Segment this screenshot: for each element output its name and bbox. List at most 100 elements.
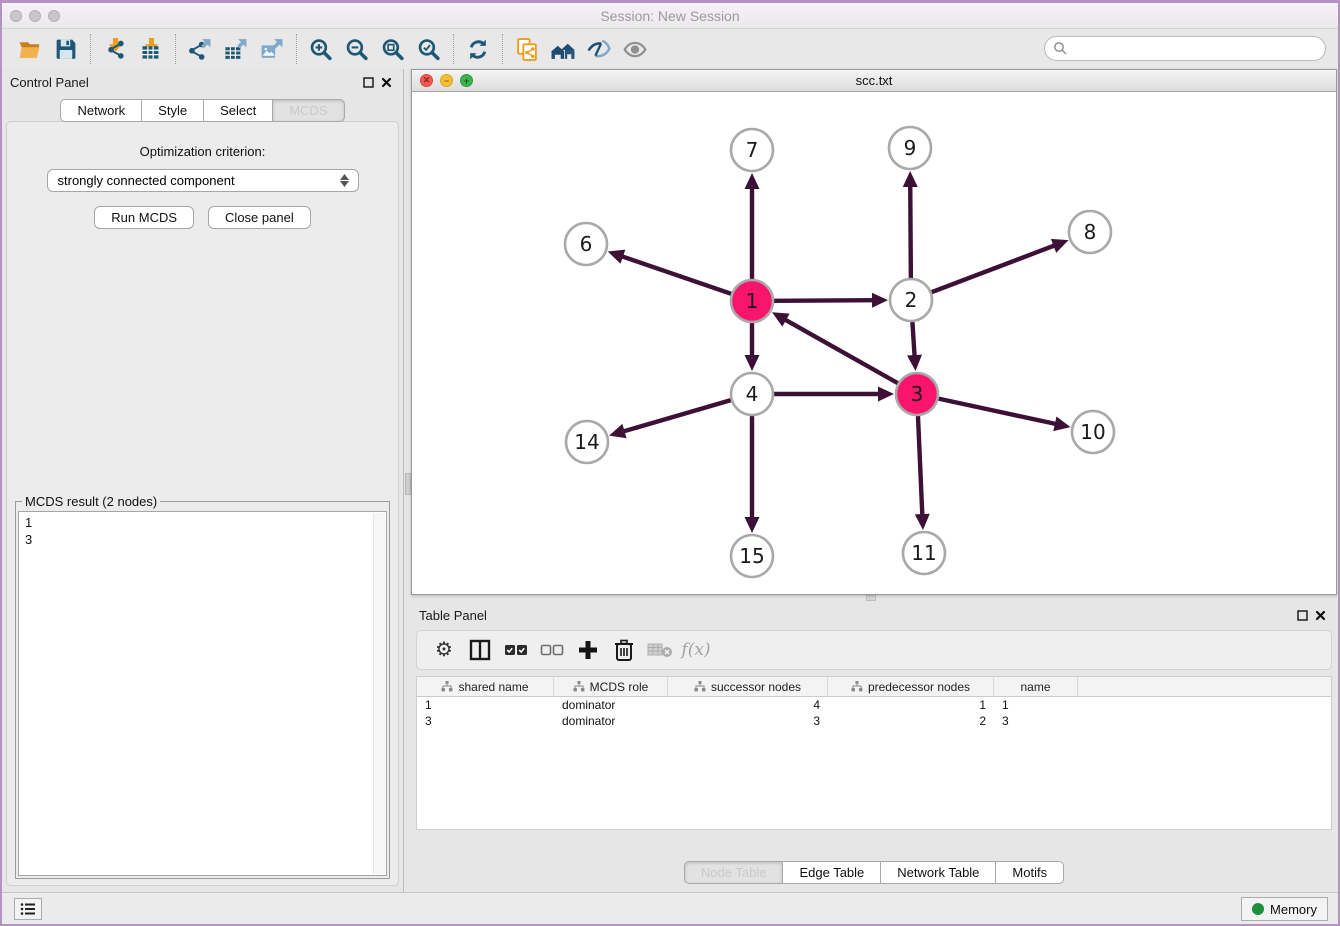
edge-3-11[interactable] [918, 416, 922, 517]
close-panel-button[interactable]: Close panel [208, 206, 311, 229]
edge-3-10[interactable] [939, 399, 1058, 425]
export-image-icon[interactable] [254, 34, 290, 64]
graph-node-9[interactable]: 9 [889, 127, 931, 169]
dropdown-stepper-icon [338, 174, 358, 187]
svg-text:11: 11 [911, 541, 936, 565]
column-header-MCDS-role[interactable]: MCDS role [554, 677, 668, 696]
float-table-panel-icon[interactable] [1293, 607, 1311, 623]
graph-node-11[interactable]: 11 [903, 532, 945, 574]
split-columns-icon[interactable] [465, 636, 495, 664]
float-panel-icon[interactable] [359, 74, 377, 90]
close-table-panel-icon[interactable] [1311, 607, 1329, 623]
toolbar-separator [90, 34, 91, 64]
memory-status-icon [1252, 903, 1264, 915]
edge-3-1[interactable] [783, 319, 897, 384]
graph-node-15[interactable]: 15 [731, 535, 773, 577]
column-header-successor-nodes[interactable]: successor nodes [668, 677, 828, 696]
column-header-predecessor-nodes[interactable]: predecessor nodes [828, 677, 994, 696]
tab-select[interactable]: Select [203, 99, 273, 122]
tab-network-table[interactable]: Network Table [880, 861, 996, 884]
zoom-in-icon[interactable] [303, 34, 339, 64]
add-column-icon[interactable] [573, 636, 603, 664]
toolbar-separator [175, 34, 176, 64]
graph-node-14[interactable]: 14 [566, 421, 608, 463]
horizontal-splitter-handle[interactable] [866, 595, 876, 601]
graph-node-7[interactable]: 7 [731, 129, 773, 171]
arrowhead-icon [1053, 416, 1070, 431]
svg-text:10: 10 [1080, 420, 1105, 444]
result-scrollbar[interactable] [373, 513, 385, 874]
tab-motifs[interactable]: Motifs [995, 861, 1064, 884]
horizontal-splitter[interactable] [411, 595, 1338, 602]
table-cell: 3 [417, 713, 554, 729]
window-titlebar: Session: New Session [2, 3, 1338, 29]
graph-node-4[interactable]: 4 [731, 373, 773, 415]
column-header-name[interactable]: name [994, 677, 1078, 696]
edge-2-8[interactable] [932, 245, 1057, 292]
arrowhead-icon [907, 355, 922, 371]
memory-button[interactable]: Memory [1241, 897, 1328, 921]
zoom-fit-icon[interactable] [375, 34, 411, 64]
open-folder-icon[interactable] [12, 34, 48, 64]
close-panel-icon[interactable] [377, 74, 395, 90]
table-cell: dominator [554, 713, 668, 729]
run-mcds-button[interactable]: Run MCDS [94, 206, 194, 229]
edge-2-3[interactable] [912, 322, 914, 358]
toolbar-separator [453, 34, 454, 64]
mcds-result-item: 3 [25, 531, 380, 548]
import-network-icon[interactable] [97, 34, 133, 64]
clone-network-icon[interactable] [509, 34, 545, 64]
delete-column-icon[interactable] [609, 636, 639, 664]
houses-icon[interactable] [545, 34, 581, 64]
eye-icon[interactable] [617, 34, 653, 64]
tab-network[interactable]: Network [60, 99, 142, 122]
zoom-out-icon[interactable] [339, 34, 375, 64]
export-network-icon[interactable] [182, 34, 218, 64]
network-canvas[interactable]: 7 9 6 8 1 2 4 3 14 10 15 11 [412, 92, 1336, 594]
toolbar-separator [296, 34, 297, 64]
graph-node-2[interactable]: 2 [890, 279, 932, 321]
edge-2-9[interactable] [910, 184, 911, 278]
tab-mcds[interactable]: MCDS [272, 99, 344, 122]
statusbar: Memory [2, 892, 1338, 924]
svg-text:14: 14 [574, 430, 599, 454]
graph-node-10[interactable]: 10 [1072, 411, 1114, 453]
optimization-criterion-label: Optimization criterion: [7, 144, 398, 159]
save-icon[interactable] [48, 34, 84, 64]
graph-node-1[interactable]: 1 [731, 280, 773, 322]
eye-slash-icon[interactable] [581, 34, 617, 64]
zoom-selected-icon[interactable] [411, 34, 447, 64]
graph-node-8[interactable]: 8 [1069, 211, 1111, 253]
edge-1-6[interactable] [620, 256, 731, 294]
search-icon [1053, 41, 1067, 55]
tab-node-table[interactable]: Node Table [684, 861, 784, 884]
refresh-icon[interactable] [460, 34, 496, 64]
tab-style[interactable]: Style [141, 99, 204, 122]
edge-4-14[interactable] [622, 400, 731, 432]
table-row[interactable]: 1dominator411 [417, 697, 1331, 713]
export-table-icon[interactable] [218, 34, 254, 64]
vertical-splitter[interactable] [403, 69, 411, 892]
graph-node-3[interactable]: 3 [896, 373, 938, 415]
arrowhead-icon [609, 424, 626, 438]
control-panel-tabs: NetworkStyleSelectMCDS [2, 99, 403, 122]
column-header-shared-name[interactable]: shared name [417, 677, 554, 696]
gear-icon[interactable]: ⚙ [429, 636, 459, 664]
table-row[interactable]: 3dominator323 [417, 713, 1331, 729]
svg-text:9: 9 [904, 136, 917, 160]
task-history-button[interactable] [14, 898, 42, 920]
mcds-result-title: MCDS result (2 nodes) [22, 494, 160, 509]
edge-1-2[interactable] [774, 300, 875, 301]
graph-node-6[interactable]: 6 [565, 223, 607, 265]
criterion-dropdown[interactable]: strongly connected component [47, 169, 359, 192]
delete-table-icon [645, 636, 675, 664]
table-header-row: shared nameMCDS rolesuccessor nodesprede… [417, 677, 1331, 697]
table-cell: 1 [994, 697, 1078, 713]
search-input[interactable] [1044, 36, 1326, 61]
mcds-result-list[interactable]: 13 [18, 511, 387, 876]
import-table-icon[interactable] [133, 34, 169, 64]
table-cell: 3 [994, 713, 1078, 729]
select-all-icon[interactable] [501, 636, 531, 664]
deselect-all-icon[interactable] [537, 636, 567, 664]
tab-edge-table[interactable]: Edge Table [782, 861, 881, 884]
